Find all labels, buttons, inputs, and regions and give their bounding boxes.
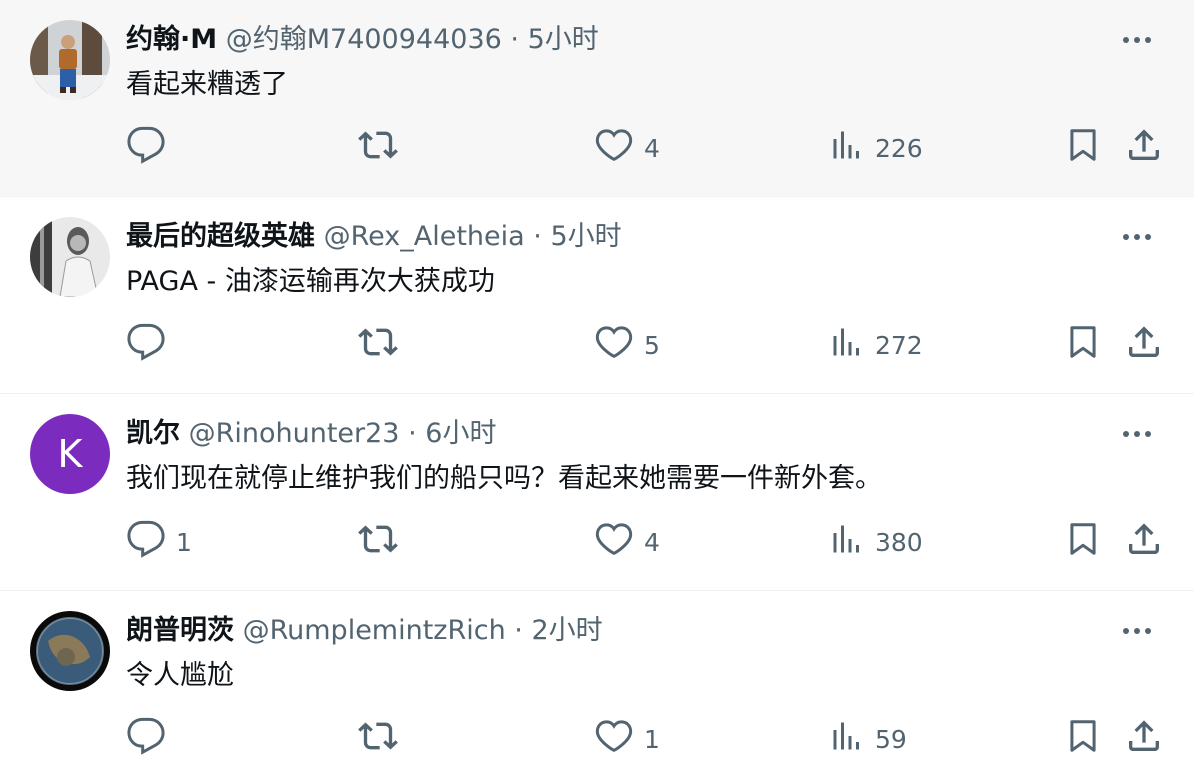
more-icon[interactable] — [1120, 422, 1156, 446]
share-button[interactable] — [1124, 126, 1164, 170]
views-count: 59 — [875, 724, 907, 754]
retweet-button[interactable] — [358, 126, 398, 170]
share-button[interactable] — [1124, 323, 1164, 367]
like-icon — [594, 519, 634, 565]
tweet[interactable]: 朗普明茨 @RumplemintzRich · 2小时 令人尴尬 1 59 — [0, 591, 1194, 778]
retweet-icon — [358, 322, 398, 368]
more-icon[interactable] — [1120, 28, 1156, 52]
share-icon — [1124, 716, 1164, 762]
avatar[interactable] — [30, 611, 110, 691]
user-handle[interactable]: @Rex_Aletheia — [324, 221, 525, 252]
retweet-button[interactable] — [358, 323, 398, 367]
user-handle[interactable]: @RumplemintzRich — [243, 615, 506, 646]
tweet-text: 我们现在就停止维护我们的船只吗？看起来她需要一件新外套。 — [126, 463, 882, 494]
retweet-icon — [358, 716, 398, 762]
tweet[interactable]: K 凯尔 @Rinohunter23 · 6小时 我们现在就停止维护我们的船只吗… — [0, 394, 1194, 591]
display-name[interactable]: 凯尔 — [126, 418, 180, 449]
tweet-header: 凯尔 @Rinohunter23 · 6小时 — [126, 414, 496, 454]
tweet-header: 朗普明茨 @RumplemintzRich · 2小时 — [126, 611, 603, 651]
bookmark-button[interactable] — [1064, 126, 1102, 170]
tweet-header: 约翰·M @约翰M7400944036 · 5小时 — [126, 20, 599, 60]
action-bar: 1 59 — [126, 717, 1164, 761]
more-icon[interactable] — [1120, 619, 1156, 643]
avatar[interactable] — [30, 217, 110, 297]
like-button[interactable]: 5 — [594, 323, 660, 367]
share-icon — [1124, 322, 1164, 368]
retweet-button[interactable] — [358, 520, 398, 564]
tweet-text: 看起来糟透了 — [126, 69, 288, 100]
views-icon — [829, 519, 865, 565]
bookmark-icon — [1064, 322, 1102, 368]
user-handle[interactable]: @约翰M7400944036 — [226, 24, 502, 55]
reply-count: 1 — [176, 527, 192, 557]
tweet[interactable]: 最后的超级英雄 @Rex_Aletheia · 5小时 PAGA - 油漆运输再… — [0, 197, 1194, 394]
action-bar: 4 226 — [126, 126, 1164, 170]
reply-icon — [126, 519, 166, 565]
avatar[interactable]: K — [30, 414, 110, 494]
avatar[interactable] — [30, 20, 110, 100]
timestamp[interactable]: 5小时 — [528, 24, 599, 55]
views-button[interactable]: 272 — [829, 323, 923, 367]
reply-icon — [126, 322, 166, 368]
views-icon — [829, 125, 865, 171]
reply-feed: 约翰·M @约翰M7400944036 · 5小时 看起来糟透了 4 226 最… — [0, 0, 1194, 778]
like-button[interactable]: 4 — [594, 126, 660, 170]
bookmark-button[interactable] — [1064, 520, 1102, 564]
tweet-header: 最后的超级英雄 @Rex_Aletheia · 5小时 — [126, 217, 622, 257]
share-button[interactable] — [1124, 717, 1164, 761]
reply-icon — [126, 125, 166, 171]
separator-dot: · — [408, 418, 417, 449]
bookmark-icon — [1064, 716, 1102, 762]
bookmark-icon — [1064, 519, 1102, 565]
action-bar: 5 272 — [126, 323, 1164, 367]
retweet-icon — [358, 519, 398, 565]
bookmark-button[interactable] — [1064, 717, 1102, 761]
reply-button[interactable] — [126, 323, 176, 367]
tweet[interactable]: 约翰·M @约翰M7400944036 · 5小时 看起来糟透了 4 226 — [0, 0, 1194, 197]
like-button[interactable]: 1 — [594, 717, 660, 761]
tweet-text: 令人尴尬 — [126, 660, 234, 691]
like-icon — [594, 716, 634, 762]
more-icon[interactable] — [1120, 225, 1156, 249]
bookmark-icon — [1064, 125, 1102, 171]
like-count: 1 — [644, 724, 660, 754]
display-name[interactable]: 约翰·M — [126, 24, 217, 55]
like-count: 4 — [644, 133, 660, 163]
timestamp[interactable]: 6小时 — [425, 418, 496, 449]
display-name[interactable]: 朗普明茨 — [126, 615, 234, 646]
separator-dot: · — [514, 615, 523, 646]
reply-icon — [126, 716, 166, 762]
like-icon — [594, 125, 634, 171]
views-icon — [829, 716, 865, 762]
like-icon — [594, 322, 634, 368]
reply-button[interactable] — [126, 126, 176, 170]
action-bar: 1 4 380 — [126, 520, 1164, 564]
reply-button[interactable] — [126, 717, 176, 761]
like-count: 4 — [644, 527, 660, 557]
timestamp[interactable]: 5小时 — [550, 221, 621, 252]
views-icon — [829, 322, 865, 368]
like-count: 5 — [644, 330, 660, 360]
separator-dot: · — [510, 24, 519, 55]
retweet-button[interactable] — [358, 717, 398, 761]
views-count: 380 — [875, 527, 923, 557]
timestamp[interactable]: 2小时 — [531, 615, 602, 646]
views-button[interactable]: 380 — [829, 520, 923, 564]
retweet-icon — [358, 125, 398, 171]
share-icon — [1124, 125, 1164, 171]
user-handle[interactable]: @Rinohunter23 — [189, 418, 400, 449]
views-button[interactable]: 59 — [829, 717, 907, 761]
like-button[interactable]: 4 — [594, 520, 660, 564]
display-name[interactable]: 最后的超级英雄 — [126, 221, 315, 252]
reply-button[interactable]: 1 — [126, 520, 192, 564]
bookmark-button[interactable] — [1064, 323, 1102, 367]
separator-dot: · — [533, 221, 542, 252]
tweet-text: PAGA - 油漆运输再次大获成功 — [126, 266, 495, 297]
share-button[interactable] — [1124, 520, 1164, 564]
views-count: 272 — [875, 330, 923, 360]
share-icon — [1124, 519, 1164, 565]
views-count: 226 — [875, 133, 923, 163]
views-button[interactable]: 226 — [829, 126, 923, 170]
